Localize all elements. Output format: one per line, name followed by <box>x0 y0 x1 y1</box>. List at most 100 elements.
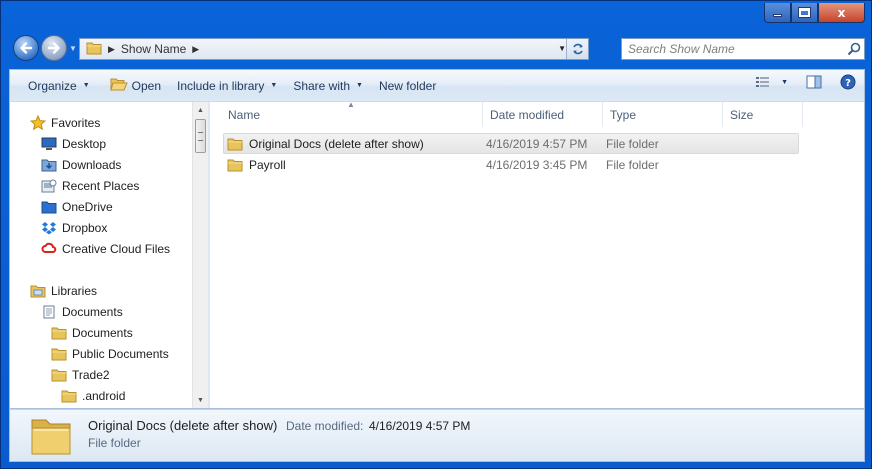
sidebar-item-documents[interactable]: Documents <box>10 322 192 343</box>
file-row[interactable]: Original Docs (delete after show) 4/16/2… <box>223 133 799 154</box>
sidebar-item-label: Recent Places <box>62 178 140 193</box>
sidebar-item-creative-cloud[interactable]: Creative Cloud Files <box>10 238 192 259</box>
sidebar-item-public-documents[interactable]: Public Documents <box>10 343 192 364</box>
new-folder-label: New folder <box>378 78 437 93</box>
folder-icon <box>227 157 243 173</box>
navigation-pane[interactable]: Favorites Desktop Downloads Recent Place… <box>10 102 208 408</box>
address-dropdown-icon[interactable]: ▼ <box>558 44 566 53</box>
search-icon[interactable] <box>844 42 864 56</box>
file-name: Payroll <box>249 157 286 172</box>
open-button[interactable]: Open <box>102 74 169 98</box>
sidebar-item-android[interactable]: .android <box>10 385 192 406</box>
scroll-down-icon[interactable]: ▼ <box>193 392 208 408</box>
change-view-button[interactable]: ▼ <box>755 75 788 89</box>
sidebar-item-dropbox[interactable]: Dropbox <box>10 217 192 238</box>
file-name-cell: Payroll <box>224 157 484 173</box>
share-with-label: Share with <box>293 78 351 93</box>
sidebar-item-label: OneDrive <box>62 199 113 214</box>
view-controls: ▼ ? <box>747 74 856 90</box>
column-header-date-modified[interactable]: Date modified <box>483 102 603 127</box>
sidebar-item-documents-library[interactable]: Documents <box>10 301 192 322</box>
sort-ascending-icon: ▲ <box>347 100 355 109</box>
refresh-icon <box>572 43 583 55</box>
include-in-library-button[interactable]: Include in library ▼ <box>169 74 285 98</box>
help-icon: ? <box>840 74 856 90</box>
details-pane: Original Docs (delete after show) Date m… <box>9 409 865 462</box>
scroll-up-icon[interactable]: ▲ <box>193 102 208 118</box>
sidebar-item-downloads[interactable]: Downloads <box>10 154 192 175</box>
sidebar-item-onedrive[interactable]: OneDrive <box>10 196 192 217</box>
back-button[interactable] <box>13 35 39 61</box>
favorites-node[interactable]: Favorites <box>10 112 192 133</box>
forward-button[interactable] <box>41 35 67 61</box>
file-date: 4/16/2019 4:57 PM <box>486 136 588 151</box>
new-folder-button[interactable]: New folder <box>371 74 444 98</box>
desktop-icon <box>41 136 57 152</box>
details-view-icon <box>756 77 770 87</box>
search-input[interactable] <box>622 42 844 56</box>
help-button[interactable]: ? <box>840 74 856 90</box>
downloads-icon <box>41 157 57 173</box>
sidebar-item-desktop[interactable]: Desktop <box>10 133 192 154</box>
main-area: Favorites Desktop Downloads Recent Place… <box>9 100 865 409</box>
maximize-icon <box>798 7 811 18</box>
sidebar-item-label: Documents <box>62 304 123 319</box>
folder-icon <box>86 41 102 58</box>
open-label: Open <box>131 78 161 93</box>
close-button[interactable]: x <box>818 3 865 23</box>
sidebar-item-label: Public Documents <box>72 346 169 361</box>
forward-arrow-icon <box>47 42 60 54</box>
column-label: Name <box>228 107 261 122</box>
command-bar: Organize ▼ Open Include in library ▼ Share… <box>9 69 865 101</box>
chevron-down-icon: ▼ <box>82 82 90 89</box>
search-box[interactable] <box>621 38 865 60</box>
preview-pane-button[interactable] <box>806 75 822 89</box>
file-list-pane: ▲ Name Date modified Type Size Original … <box>210 100 864 408</box>
include-library-label: Include in library <box>177 78 265 93</box>
sidebar-item-recent-places[interactable]: Recent Places <box>10 175 192 196</box>
sidebar-item-trade2[interactable]: Trade2 <box>10 364 192 385</box>
column-label: Size <box>730 107 754 122</box>
column-header-name[interactable]: ▲ Name <box>221 100 483 127</box>
file-date: 4/16/2019 3:45 PM <box>486 157 588 172</box>
address-row: ▼ ▶ Show Name ▶ ▼ <box>9 33 865 65</box>
column-label: Type <box>610 107 637 122</box>
column-header-size[interactable]: Size <box>723 102 803 127</box>
sidebar-item-partial[interactable] <box>10 406 192 408</box>
minimize-button[interactable] <box>764 3 791 23</box>
folder-icon <box>61 388 77 404</box>
address-bar[interactable]: ▶ Show Name ▶ ▼ <box>79 38 589 60</box>
organize-button[interactable]: Organize ▼ <box>20 74 98 98</box>
column-header-type[interactable]: Type <box>603 102 723 127</box>
recent-pages-dropdown[interactable]: ▼ <box>69 44 77 53</box>
folder-icon <box>51 325 67 341</box>
share-with-button[interactable]: Share with ▼ <box>285 74 371 98</box>
scroll-thumb[interactable] <box>195 119 206 153</box>
file-list: Original Docs (delete after show) 4/16/2… <box>223 133 799 175</box>
sidebar-item-label: Trade2 <box>72 367 110 382</box>
back-arrow-icon <box>20 42 33 54</box>
file-type: File folder <box>606 136 659 151</box>
explorer-window: x ▼ ▶ Show Name ▶ ▼ Search Show Name Org… <box>0 0 872 469</box>
libraries-node[interactable]: Libraries <box>10 280 192 301</box>
file-type: File folder <box>606 157 659 172</box>
details-file-type: File folder <box>88 436 141 450</box>
folder-icon <box>227 136 243 152</box>
documents-library-icon <box>41 304 57 320</box>
file-row[interactable]: Payroll 4/16/2019 3:45 PM File folder <box>223 154 799 175</box>
navigation-scrollbar[interactable]: ▲ ▼ <box>192 102 208 408</box>
breadcrumb-chevron-icon[interactable]: ▶ <box>108 44 115 55</box>
maximize-button[interactable] <box>791 3 818 23</box>
breadcrumb-show-name[interactable]: Show Name <box>121 42 186 56</box>
chevron-down-icon[interactable]: ▼ <box>781 79 788 86</box>
file-name: Original Docs (delete after show) <box>249 136 424 151</box>
sidebar-item-label: Dropbox <box>62 220 108 235</box>
sidebar-item-label: Creative Cloud Files <box>62 241 171 256</box>
refresh-button[interactable] <box>566 39 588 59</box>
breadcrumb-chevron-icon[interactable]: ▶ <box>192 44 199 55</box>
column-label: Date modified <box>490 107 565 122</box>
details-date-label: Date modified: <box>286 419 364 433</box>
libraries-icon <box>30 283 46 299</box>
large-folder-icon <box>28 414 74 461</box>
chevron-down-icon: ▼ <box>270 82 278 89</box>
